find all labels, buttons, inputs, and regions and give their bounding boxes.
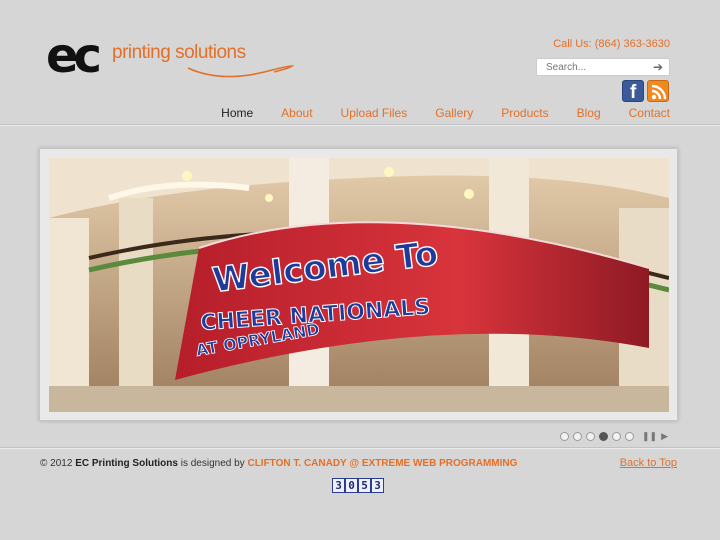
nav-blog[interactable]: Blog [577,106,601,120]
slider-dot-1[interactable] [560,432,569,441]
counter-digit: 3 [332,478,345,493]
slide-photo[interactable]: Welcome To CHEER NATIONALS AT OPRYLAND [49,158,669,412]
slider-dot-2[interactable] [573,432,582,441]
nav-gallery[interactable]: Gallery [435,106,473,120]
counter-digit: 0 [345,478,358,493]
slider-dot-6[interactable] [625,432,634,441]
main-nav: Home About Upload Files Gallery Products… [193,106,670,120]
slider-dot-4[interactable] [599,432,608,441]
footer-credits: © 2012 EC Printing Solutions is designed… [40,458,517,469]
designer-link[interactable]: CLIFTON T. CANADY @ EXTREME WEB PROGRAMM… [247,458,517,469]
search-input[interactable] [537,59,649,75]
pause-icon[interactable]: ❚❚ [642,431,657,442]
rss-icon[interactable] [647,80,669,102]
nav-products[interactable]: Products [501,106,548,120]
company-name: EC Printing Solutions [75,458,178,469]
slider-controls: ❚❚ ▶ [560,431,668,442]
logo-swoosh-icon [187,65,295,78]
copyright: © 2012 [40,458,73,469]
nav-about[interactable]: About [281,106,312,120]
arrow-right-icon[interactable]: ➔ [651,60,665,74]
nav-upload-files[interactable]: Upload Files [341,106,408,120]
nav-home[interactable]: Home [221,106,253,120]
play-icon[interactable]: ▶ [661,431,668,442]
footer-divider [0,447,720,449]
header-divider [0,124,720,126]
phone-number: Call Us: (864) 363-3630 [553,38,670,50]
slider-dot-3[interactable] [586,432,595,441]
image-slider: Welcome To CHEER NATIONALS AT OPRYLAND [39,148,678,421]
counter-digit: 5 [358,478,371,493]
slider-dot-5[interactable] [612,432,621,441]
nav-contact[interactable]: Contact [629,106,670,120]
back-to-top-link[interactable]: Back to Top [620,457,677,469]
facebook-icon[interactable]: f [622,80,644,103]
logo[interactable]: ec printing solutions [46,28,295,84]
logo-mark: ec [46,28,102,84]
search-box: ➔ [536,58,670,76]
visitor-counter: 3 0 5 3 [332,478,384,493]
designed-by-text: is designed by [180,458,245,469]
counter-digit: 3 [371,478,384,493]
